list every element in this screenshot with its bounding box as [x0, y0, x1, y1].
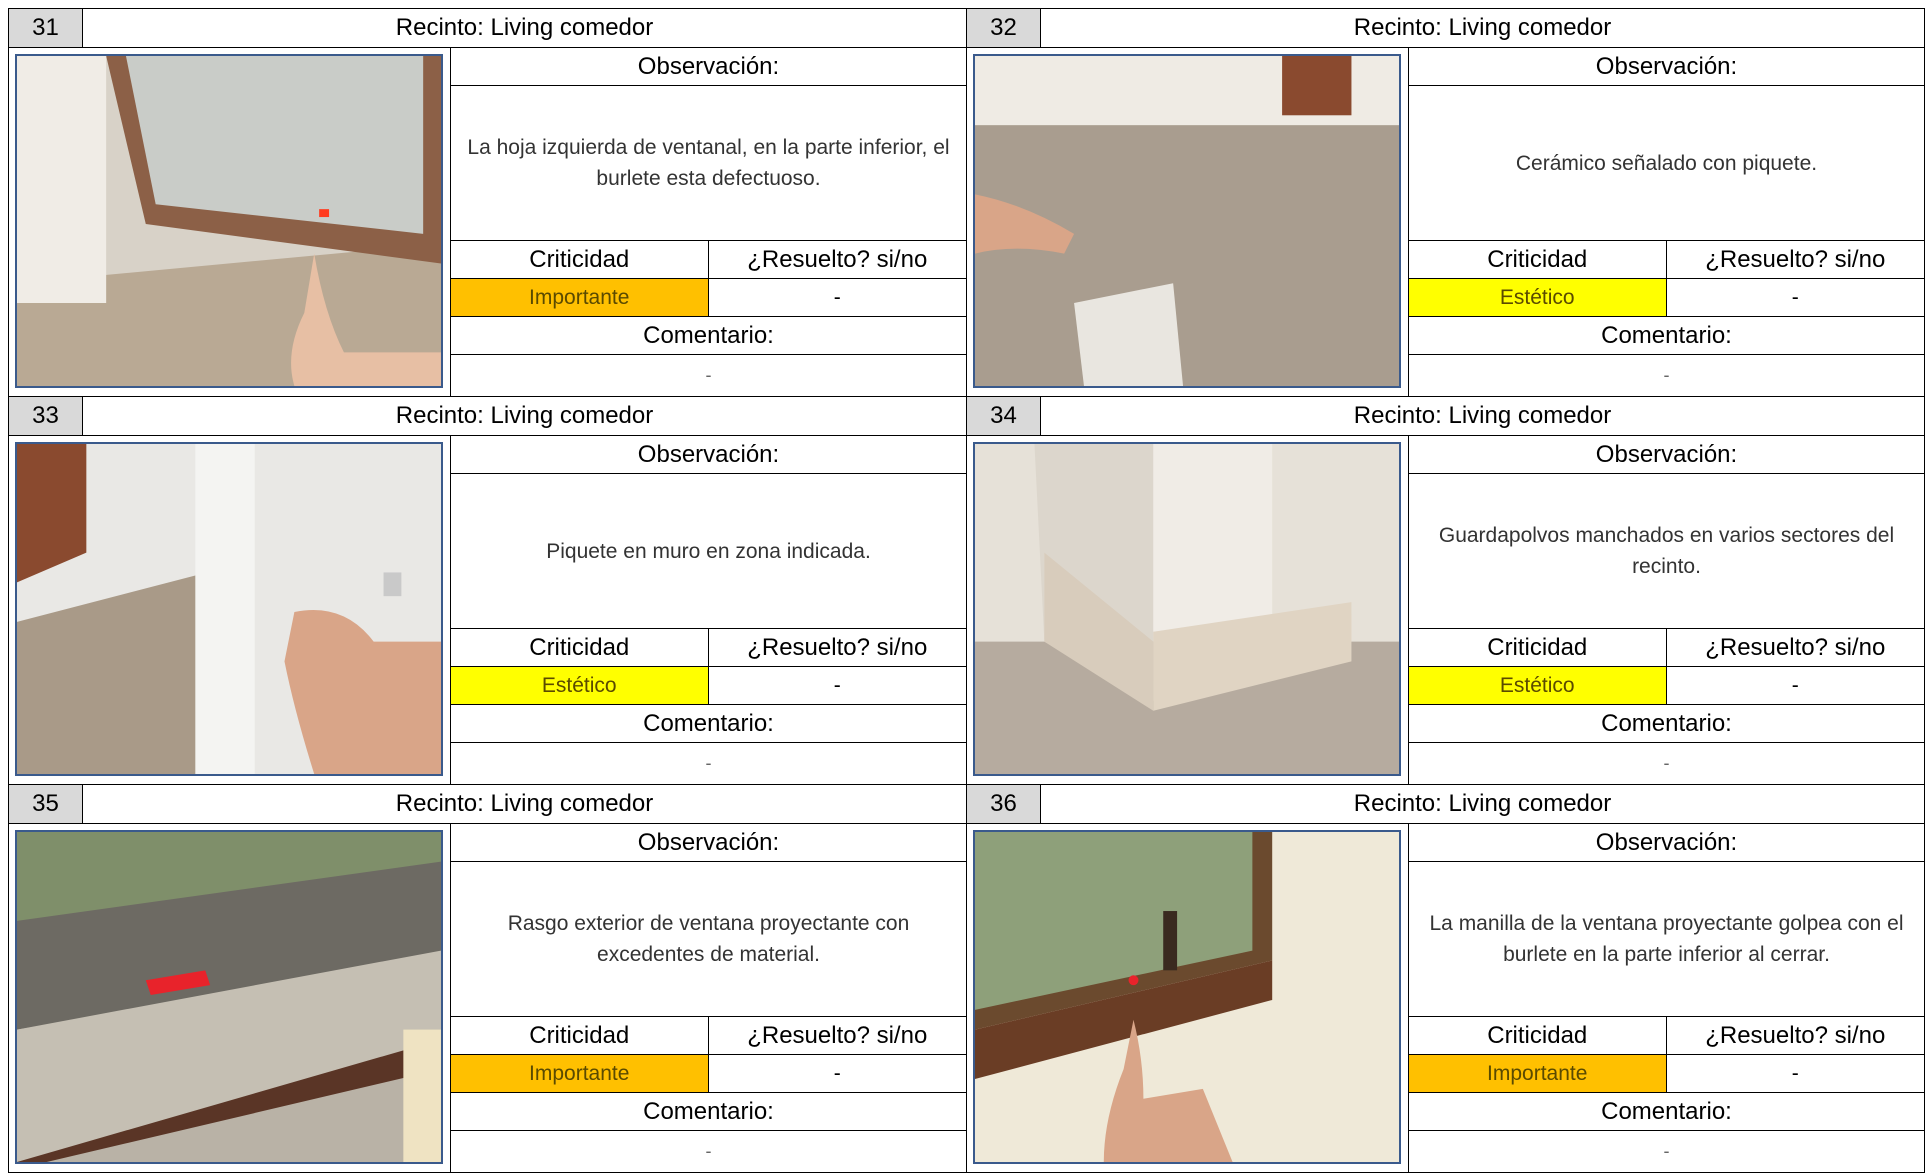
- recinto-label: Recinto: Living comedor: [395, 790, 654, 817]
- recinto-label: Recinto: Living comedor: [1353, 790, 1612, 817]
- resuelto-value: -: [1791, 1062, 1799, 1085]
- observacion-text: Cerámico señalado con piquete.: [1409, 86, 1924, 241]
- comentario-label: Comentario:: [1409, 705, 1924, 743]
- criticidad-value: Estético: [1409, 279, 1667, 316]
- criticidad-header-row: Criticidad ¿Resuelto? si/no: [1409, 629, 1924, 667]
- observacion-label: Observación:: [1409, 48, 1924, 86]
- observation-card: 32 Recinto: Living comedor Observación: …: [966, 8, 1925, 397]
- resuelto-label: ¿Resuelto? si/no: [747, 1022, 928, 1049]
- observacion-label: Observación:: [451, 48, 966, 86]
- observacion-label: Observación:: [1409, 436, 1924, 474]
- card-header: 35 Recinto: Living comedor: [9, 785, 966, 824]
- comentario-text: -: [1663, 753, 1670, 773]
- criticidad-value-row: Importante -: [451, 279, 966, 317]
- criticidad-label: Criticidad: [451, 241, 709, 278]
- resuelto-label: ¿Resuelto? si/no: [747, 634, 928, 661]
- observation-card: 36 Recinto: Living comedor Observación: …: [966, 784, 1925, 1173]
- observation-grid: 31 Recinto: Living comedor Observación: …: [8, 8, 1925, 1173]
- card-header: 31 Recinto: Living comedor: [9, 9, 966, 48]
- criticidad-header-row: Criticidad ¿Resuelto? si/no: [451, 241, 966, 279]
- photo-wall: [15, 442, 443, 776]
- photo-floor: [973, 54, 1401, 388]
- observacion-label: Observación:: [451, 824, 966, 862]
- details-panel: Observación: Rasgo exterior de ventana p…: [450, 824, 966, 1172]
- card-header: 34 Recinto: Living comedor: [967, 397, 1924, 436]
- criticidad-value-row: Estético -: [1409, 667, 1924, 705]
- details-panel: Observación: Guardapolvos manchados en v…: [1408, 436, 1924, 784]
- observacion-text: Rasgo exterior de ventana proyectante co…: [451, 862, 966, 1017]
- recinto-label: Recinto: Living comedor: [395, 14, 654, 41]
- comentario-label: Comentario:: [451, 317, 966, 355]
- observation-card: 33 Recinto: Living comedor Observación: …: [8, 396, 967, 785]
- criticidad-value: Estético: [451, 667, 709, 704]
- comentario-label: Comentario:: [451, 1093, 966, 1131]
- observation-card: 35 Recinto: Living comedor Observación: …: [8, 784, 967, 1173]
- comentario-text: -: [705, 753, 712, 773]
- item-number: 31: [9, 9, 83, 47]
- criticidad-label: Criticidad: [1409, 241, 1667, 278]
- criticidad-value: Estético: [1409, 667, 1667, 704]
- card-header: 32 Recinto: Living comedor: [967, 9, 1924, 48]
- criticidad-header-row: Criticidad ¿Resuelto? si/no: [451, 1017, 966, 1055]
- item-number: 34: [967, 397, 1041, 435]
- card-header: 33 Recinto: Living comedor: [9, 397, 966, 436]
- comentario-text: -: [1663, 1141, 1670, 1161]
- criticidad-header-row: Criticidad ¿Resuelto? si/no: [451, 629, 966, 667]
- observacion-text: La hoja izquierda de ventanal, en la par…: [451, 86, 966, 241]
- item-number: 33: [9, 397, 83, 435]
- recinto-label: Recinto: Living comedor: [395, 402, 654, 429]
- criticidad-value-row: Importante -: [1409, 1055, 1924, 1093]
- criticidad-label: Criticidad: [451, 1017, 709, 1054]
- details-panel: Observación: La hoja izquierda de ventan…: [450, 48, 966, 396]
- criticidad-value: Importante: [1409, 1055, 1667, 1092]
- criticidad-value-row: Estético -: [1409, 279, 1924, 317]
- resuelto-value: -: [833, 1062, 841, 1085]
- photo-window-handle: [973, 830, 1401, 1164]
- resuelto-label: ¿Resuelto? si/no: [1705, 634, 1886, 661]
- comentario-label: Comentario:: [1409, 1093, 1924, 1131]
- comentario-label: Comentario:: [451, 705, 966, 743]
- photo-exterior-sill: [15, 830, 443, 1164]
- observation-card: 34 Recinto: Living comedor Observación: …: [966, 396, 1925, 785]
- criticidad-label: Criticidad: [1409, 1017, 1667, 1054]
- resuelto-value: -: [833, 674, 841, 697]
- criticidad-value: Importante: [451, 1055, 709, 1092]
- details-panel: Observación: Piquete en muro en zona ind…: [450, 436, 966, 784]
- comentario-label: Comentario:: [1409, 317, 1924, 355]
- criticidad-header-row: Criticidad ¿Resuelto? si/no: [1409, 241, 1924, 279]
- resuelto-value: -: [833, 286, 841, 309]
- item-number: 35: [9, 785, 83, 823]
- criticidad-value-row: Estético -: [451, 667, 966, 705]
- criticidad-label: Criticidad: [451, 629, 709, 666]
- card-header: 36 Recinto: Living comedor: [967, 785, 1924, 824]
- criticidad-value: Importante: [451, 279, 709, 316]
- resuelto-value: -: [1791, 674, 1799, 697]
- resuelto-label: ¿Resuelto? si/no: [1705, 246, 1886, 273]
- comentario-text: -: [705, 365, 712, 385]
- details-panel: Observación: La manilla de la ventana pr…: [1408, 824, 1924, 1172]
- comentario-text: -: [705, 1141, 712, 1161]
- item-number: 32: [967, 9, 1041, 47]
- resuelto-label: ¿Resuelto? si/no: [747, 246, 928, 273]
- photo-baseboard: [973, 442, 1401, 776]
- recinto-label: Recinto: Living comedor: [1353, 402, 1612, 429]
- observacion-text: La manilla de la ventana proyectante gol…: [1409, 862, 1924, 1017]
- criticidad-header-row: Criticidad ¿Resuelto? si/no: [1409, 1017, 1924, 1055]
- comentario-text: -: [1663, 365, 1670, 385]
- observacion-label: Observación:: [1409, 824, 1924, 862]
- resuelto-value: -: [1791, 286, 1799, 309]
- criticidad-value-row: Importante -: [451, 1055, 966, 1093]
- photo-window-frame: [15, 54, 443, 388]
- observacion-label: Observación:: [451, 436, 966, 474]
- recinto-label: Recinto: Living comedor: [1353, 14, 1612, 41]
- resuelto-label: ¿Resuelto? si/no: [1705, 1022, 1886, 1049]
- details-panel: Observación: Cerámico señalado con pique…: [1408, 48, 1924, 396]
- observacion-text: Guardapolvos manchados en varios sectore…: [1409, 474, 1924, 629]
- observacion-text: Piquete en muro en zona indicada.: [451, 474, 966, 629]
- item-number: 36: [967, 785, 1041, 823]
- criticidad-label: Criticidad: [1409, 629, 1667, 666]
- observation-card: 31 Recinto: Living comedor Observación: …: [8, 8, 967, 397]
